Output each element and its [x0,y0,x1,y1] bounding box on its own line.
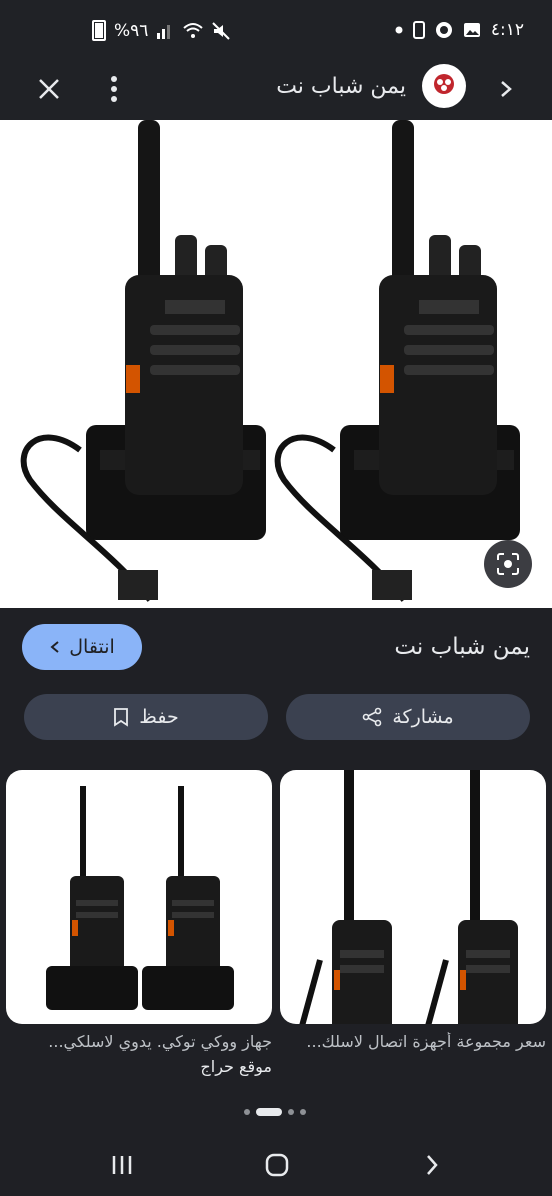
mute-icon [212,21,231,40]
wifi-icon [182,22,204,40]
chevron-right-icon [501,81,512,97]
clock: ٤:١٢ [490,20,524,40]
home-icon [265,1153,289,1177]
notification-dot-icon [395,26,403,34]
walkie-talkie-charger-image [46,786,234,1010]
site-logo-icon [434,74,454,94]
app-notification-icon [435,21,453,39]
gallery-icon [463,22,481,38]
site-title: يمن شباب نت [276,74,406,99]
walkie-talkie-pair-image [20,120,520,602]
system-nav-bar [0,1132,552,1196]
more-vert-icon [111,76,117,102]
carousel-dot [288,1109,294,1115]
back-button[interactable] [420,1152,444,1182]
recent-apps-icon [112,1156,132,1174]
phone-icon [412,21,425,39]
save-label: حفظ [139,706,179,728]
site-logo [422,64,466,108]
lens-icon [497,553,519,575]
related-image[interactable] [6,770,272,1024]
chevron-right-button[interactable] [494,74,518,104]
more-options-button[interactable] [100,72,128,106]
bookmark-icon [114,708,129,727]
close-icon [39,79,59,99]
status-bar: %٩٦ ٤:١٢ [0,0,552,62]
carousel-dot [244,1109,250,1115]
visit-label: انتقال [69,636,115,658]
related-item[interactable]: سعر مجموعة أجهزة اتصال لاسلك... [280,770,546,1051]
lens-search-button[interactable] [484,540,532,588]
carousel-dot [300,1109,306,1115]
related-source: موقع حراج [200,1057,272,1076]
result-title: يمن شباب نت [394,634,530,660]
carousel-dot-active [256,1108,282,1116]
carousel-indicator [244,1108,306,1116]
home-button[interactable] [264,1152,290,1182]
related-item[interactable]: جهاز ووكي توكي. يدوي لاسلكي... موقع حراج [6,770,272,1076]
status-left: %٩٦ [92,20,231,41]
battery-icon [92,20,106,41]
chevron-right-icon [427,1155,438,1175]
visit-button[interactable]: انتقال [22,624,142,670]
battery-text: %٩٦ [114,20,149,41]
share-icon [363,707,382,727]
signal-icon [156,23,174,39]
viewer-top-bar: يمن شباب نت [0,62,552,120]
status-right: ٤:١٢ [395,20,524,40]
share-label: مشاركة [392,706,454,728]
related-caption: جهاز ووكي توكي. يدوي لاسلكي... [48,1032,272,1051]
close-button[interactable] [34,74,64,104]
walkie-talkie-image [299,770,518,1024]
main-image[interactable] [0,120,552,608]
save-button[interactable]: حفظ [24,694,268,740]
related-caption: سعر مجموعة أجهزة اتصال لاسلك... [306,1032,546,1051]
chevron-left-icon [50,641,59,653]
share-button[interactable]: مشاركة [286,694,530,740]
related-image[interactable] [280,770,546,1024]
recent-apps-button[interactable] [110,1154,136,1180]
